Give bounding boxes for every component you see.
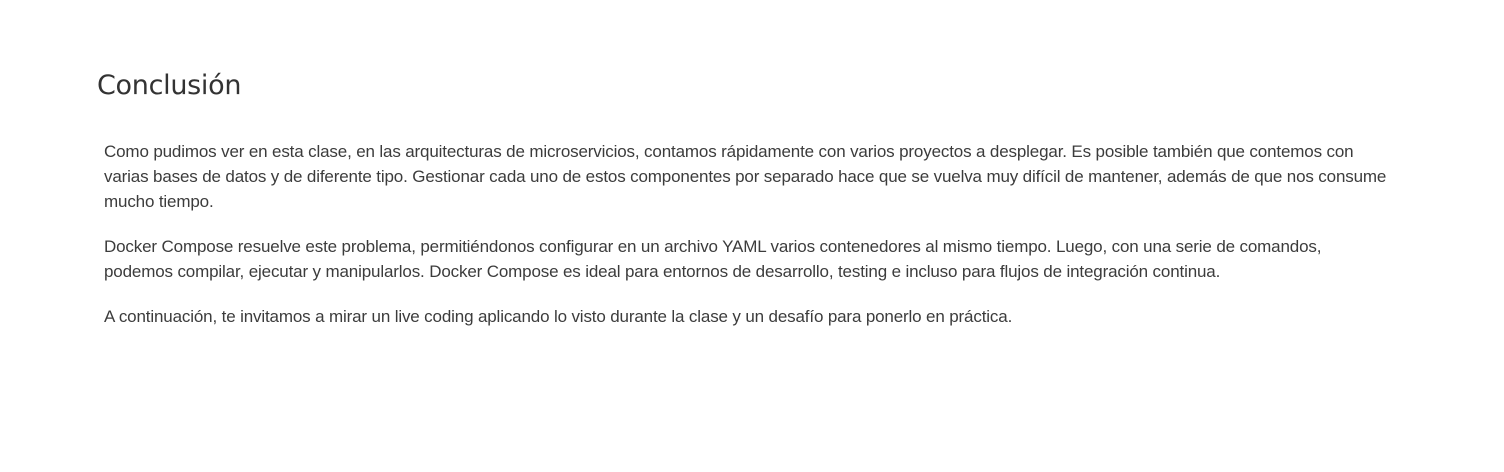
document-page: Conclusión Como pudimos ver en esta clas… bbox=[0, 0, 1504, 472]
paragraph-microservices: Como pudimos ver en esta clase, en las a… bbox=[104, 142, 1387, 211]
paragraph-docker-compose: Docker Compose resuelve este problema, p… bbox=[104, 237, 1322, 281]
section-body: Como pudimos ver en esta clase, en las a… bbox=[104, 139, 1394, 349]
paragraph-next-steps: A continuación, te invitamos a mirar un … bbox=[104, 307, 1013, 326]
section-title: Conclusión bbox=[97, 70, 242, 101]
